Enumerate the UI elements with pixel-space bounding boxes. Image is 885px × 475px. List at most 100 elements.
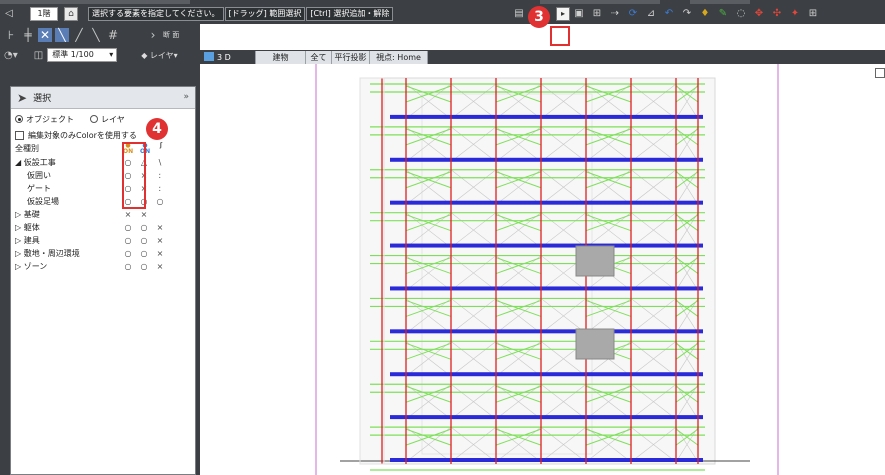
tree-row-m3-toggle[interactable]: ○ [154, 195, 166, 208]
tree-row-m3-toggle[interactable]: ː [154, 169, 166, 182]
layer-label: レイヤ [149, 50, 174, 60]
view-mode-icon[interactable]: ◔▾ [4, 50, 18, 61]
opening-panel [575, 328, 615, 360]
scaffold-plank [390, 415, 703, 420]
scaffold-plank [390, 157, 703, 162]
tree-row-m2-toggle[interactable]: ○ [138, 260, 150, 273]
grid-icon[interactable]: ⊞ [805, 7, 821, 21]
tree-row-m2-toggle[interactable]: ○ [138, 221, 150, 234]
view-toolbar: ◔▾ ◫ 標準 1/100 ◆ レイヤ▾ [4, 47, 178, 63]
pan-icon[interactable]: ✥ [751, 7, 767, 21]
tab-3d-label: 3 D [217, 53, 231, 62]
ctrl-hint: [Ctrl] 選択追加・解除 [306, 6, 394, 21]
radio-object[interactable]: オブジェクト [15, 114, 74, 125]
step-3-badge: 3 [528, 6, 550, 28]
tree-row-m1-toggle[interactable]: ○ [122, 234, 134, 247]
tree-row[interactable]: ▷ 建具 ○ ○ × [11, 234, 195, 247]
tab-parallel[interactable]: 平行投影 [332, 51, 370, 64]
tree-row-label: ▷ 敷地・周辺環境 [15, 249, 80, 258]
tree-row[interactable]: ▷ 敷地・周辺環境 ○ ○ × [11, 247, 195, 260]
zoom-icon[interactable]: ✣ [769, 7, 785, 21]
redo-icon[interactable]: ↷ [679, 7, 695, 21]
slash-icon[interactable]: ╱ [72, 28, 86, 42]
tree-root-label[interactable]: 全種別 [15, 144, 39, 153]
radio-layer[interactable]: レイヤ [90, 114, 125, 125]
collapse-icon[interactable]: » [183, 92, 189, 102]
scaffold-plank [390, 458, 703, 462]
section-cut-label[interactable]: 断 面 [163, 31, 179, 39]
tree-row-m3-toggle[interactable]: × [154, 247, 166, 260]
scaffold-plank [390, 286, 703, 291]
shape-icon[interactable]: ◌ [733, 7, 749, 21]
tree-row[interactable]: ゲート ○ × ː [11, 182, 195, 195]
tree-row[interactable]: 仮囲い ○ × ː [11, 169, 195, 182]
palette-header: ➤ 選択 » [11, 87, 195, 109]
scale-select[interactable]: 標準 1/100 [47, 48, 118, 62]
tree-row-label: ゲート [27, 184, 51, 193]
3d-viewport[interactable] [200, 64, 885, 475]
radio-object-dot [15, 115, 23, 123]
tree-row-m2-toggle[interactable]: ○ [138, 234, 150, 247]
layout-icon[interactable]: ⊞ [589, 7, 605, 21]
delete-x-icon[interactable]: ✕ [38, 28, 52, 42]
scaffold-plank [390, 114, 703, 119]
tree-row-label: 仮囲い [27, 171, 51, 180]
main-toolbar: ◁ 1階 ⌂ 選択する要素を指定してください。 [ドラッグ] 範囲選択 [Ctr… [0, 4, 885, 23]
tree-row[interactable]: ▷ 基礎 × × [11, 208, 195, 221]
tree-row-m3-toggle[interactable]: × [154, 260, 166, 273]
move-icon[interactable]: ⇢ [607, 7, 623, 21]
tree-row-label: 仮設足場 [27, 197, 59, 206]
tree-row-m1-toggle[interactable]: ○ [122, 260, 134, 273]
speaker-icon[interactable]: ◁ [2, 7, 16, 21]
tree-row-m2-toggle[interactable]: ○ [138, 247, 150, 260]
tab-3d[interactable]: 3 D [200, 51, 256, 64]
paint-icon[interactable]: ✎ [715, 7, 731, 21]
tree-row-m3-toggle[interactable]: ː [154, 182, 166, 195]
copy-icon[interactable]: ◫ [34, 50, 43, 61]
tree-row-label: ▷ ゾーン [15, 262, 48, 271]
tree-row-m3-toggle[interactable]: × [154, 234, 166, 247]
scaffold-plank [390, 243, 703, 248]
tree-row[interactable]: 仮設足場 ○ ○ ○ [11, 195, 195, 208]
tree-row-m1-toggle[interactable]: ○ [122, 221, 134, 234]
status-message: 選択する要素を指定してください。 [ドラッグ] 範囲選択 [Ctrl] 選択追加… [88, 6, 394, 21]
tree-row-m3-toggle[interactable]: × [154, 221, 166, 234]
tree-row[interactable]: ▷ ゾーン ○ ○ × [11, 260, 195, 273]
tree-row-m2-toggle[interactable]: × [138, 208, 150, 221]
cut-icon[interactable]: ⊦ [4, 28, 18, 42]
ghost-icon[interactable]: ▤ [511, 7, 527, 21]
select-prompt: 選択する要素を指定してください。 [88, 6, 224, 21]
radio-layer-dot [90, 115, 98, 123]
undo-icon[interactable]: ↶ [661, 7, 677, 21]
tree-row-m3-toggle[interactable]: \ [154, 156, 166, 169]
home-icon[interactable]: ⌂ [64, 6, 78, 21]
lock-icon[interactable]: ʃ [156, 143, 166, 154]
document-icon[interactable]: ▣ [571, 7, 587, 21]
tree-row[interactable]: ▷ 躯体 ○ ○ × [11, 221, 195, 234]
tree-row-m1-toggle[interactable]: ○ [122, 247, 134, 260]
tab-viewpoint[interactable]: 視点: Home [370, 51, 428, 64]
tree-row[interactable]: ◢ 仮設工事 ○ △ \ [11, 156, 195, 169]
selection-palette: ➤ 選択 » オブジェクト レイヤ 編集対象のみColorを使用する 全種別 ●… [10, 86, 196, 475]
floor-field[interactable]: 1階 [30, 6, 58, 21]
element-pick-button[interactable]: ▸ [556, 6, 570, 21]
tree-row-label: ▷ 基礎 [15, 210, 40, 219]
layer-button[interactable]: ◆ レイヤ▾ [141, 50, 177, 61]
layer-icon: ◆ [141, 50, 148, 60]
rotate-icon[interactable]: ⟳ [625, 7, 641, 21]
tab-all[interactable]: 全て [306, 51, 332, 64]
measure-icon[interactable]: ⊿ [643, 7, 659, 21]
line-diag-icon[interactable]: ╲ [55, 28, 69, 42]
grid-hash-icon[interactable]: # [106, 28, 120, 42]
pick-button-highlight [550, 26, 570, 46]
backslash-icon[interactable]: ╲ [89, 28, 103, 42]
chevron-icon[interactable]: › [146, 28, 160, 42]
tree-row-m1-toggle[interactable]: × [122, 208, 134, 221]
bulb-icon[interactable]: ♦ [697, 7, 713, 21]
cube-icon [204, 52, 214, 61]
step-4-badge: 4 [146, 118, 168, 140]
fit-icon[interactable]: ✦ [787, 7, 803, 21]
tab-building[interactable]: 建物 [256, 51, 306, 64]
select-mode: オブジェクト レイヤ [11, 112, 195, 126]
pillar-icon[interactable]: ╪ [21, 28, 35, 42]
